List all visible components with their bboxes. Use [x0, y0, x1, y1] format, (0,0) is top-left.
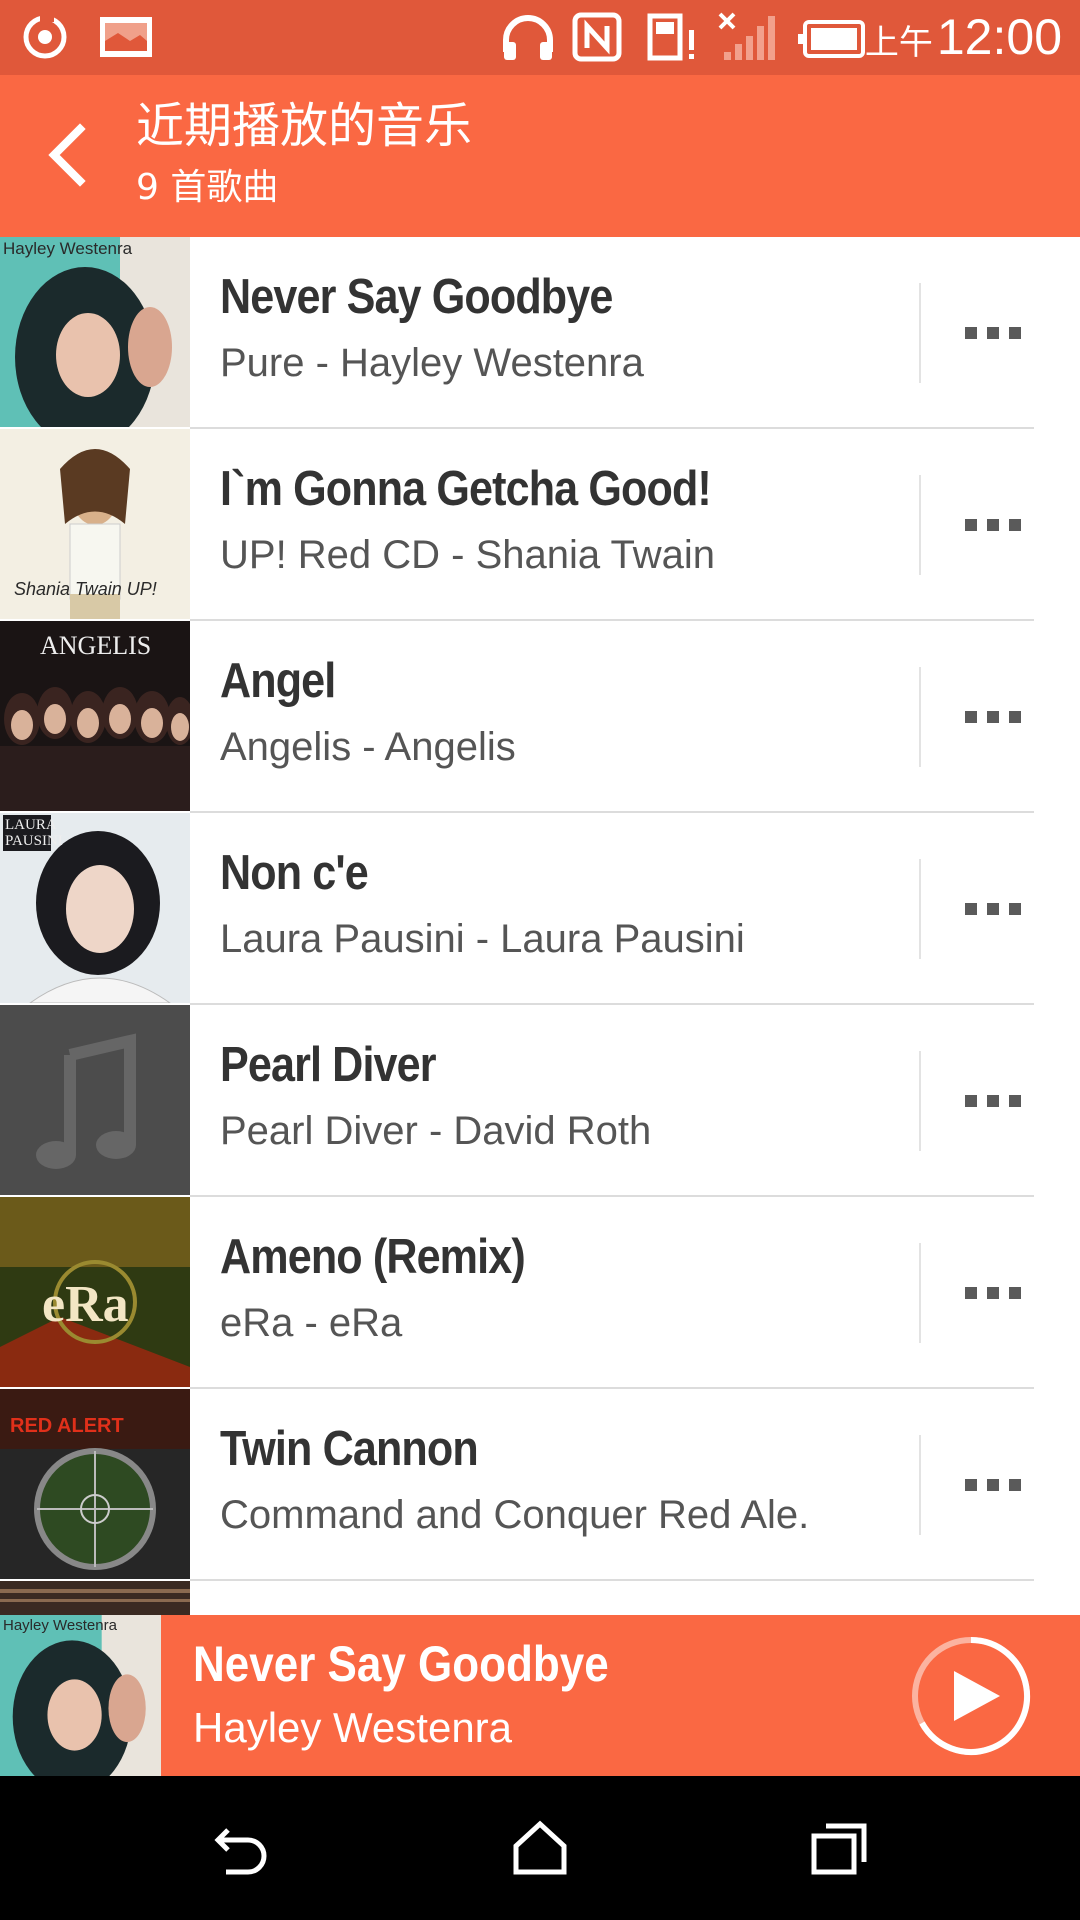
- recent-apps-icon[interactable]: [810, 1820, 870, 1876]
- song-row[interactable]: RED ALERT Twin Cannon Command and Conque…: [0, 1389, 1080, 1581]
- song-subtitle: Angelis - Angelis: [220, 725, 516, 769]
- now-playing-artist: Hayley Westenra: [193, 1704, 513, 1751]
- more-options-icon[interactable]: [965, 1075, 1037, 1127]
- headphones-icon: [503, 15, 553, 60]
- more-options-icon[interactable]: [965, 1459, 1037, 1511]
- more-options-icon[interactable]: [965, 1267, 1037, 1319]
- refresh-circle-icon: [23, 12, 67, 59]
- divider: [919, 1051, 921, 1151]
- song-title: Angel: [220, 654, 336, 708]
- song-subtitle: eRa - eRa: [220, 1301, 403, 1345]
- album-art: Hayley Westenra: [0, 237, 190, 427]
- song-title: Never Say Goodbye: [220, 270, 613, 324]
- song-row[interactable]: Shania Twain UP! I`m Gonna Getcha Good! …: [0, 429, 1080, 621]
- divider: [919, 283, 921, 383]
- image-notification-icon: [100, 17, 152, 57]
- song-row[interactable]: Hayley Westenra Never Say Goodbye Pure -…: [0, 237, 1080, 429]
- home-icon[interactable]: [510, 1820, 570, 1876]
- song-title: Pearl Diver: [220, 1038, 437, 1092]
- song-subtitle: UP! Red CD - Shania Twain: [220, 533, 716, 577]
- album-art: eRa: [0, 1197, 190, 1387]
- nfc-icon: [572, 12, 622, 62]
- more-options-icon[interactable]: [965, 691, 1037, 743]
- song-row[interactable]: eRa Ameno (Remix) eRa - eRa: [0, 1197, 1080, 1389]
- song-row[interactable]: Pearl Diver Pearl Diver - David Roth: [0, 1005, 1080, 1197]
- album-art: [0, 1581, 190, 1615]
- album-art: RED ALERT: [0, 1389, 190, 1579]
- divider: [919, 667, 921, 767]
- more-options-icon[interactable]: [965, 883, 1037, 935]
- divider: [919, 859, 921, 959]
- song-subtitle: Pearl Diver - David Roth: [220, 1109, 652, 1153]
- page-title: 近期播放的音乐: [136, 98, 473, 154]
- song-row[interactable]: LAURA PAUSINI Non c'e Laura Pausini - La…: [0, 813, 1080, 1005]
- song-count: 9 首歌曲: [136, 167, 279, 208]
- song-row[interactable]: [0, 1581, 1080, 1615]
- app-header: 近期播放的音乐 9 首歌曲: [0, 75, 1080, 237]
- song-title: Non c'e: [220, 846, 369, 900]
- more-options-icon[interactable]: [965, 499, 1037, 551]
- divider: [919, 475, 921, 575]
- song-subtitle: Pure - Hayley Westenra: [220, 341, 644, 385]
- clock: 上午12:00: [864, 9, 1062, 65]
- signal-off-icon: [718, 12, 775, 60]
- battery-icon: [798, 20, 865, 58]
- now-playing-bar[interactable]: Hayley Westenra Never Say Goodbye Hayley…: [0, 1615, 1080, 1776]
- status-bar: 上午12:00: [0, 0, 1080, 75]
- song-subtitle: Laura Pausini - Laura Pausini: [220, 917, 745, 961]
- chevron-left-icon[interactable]: [36, 115, 106, 195]
- now-playing-title: Never Say Goodbye: [193, 1636, 609, 1692]
- album-art-placeholder: [0, 1005, 190, 1195]
- album-art: Shania Twain UP!: [0, 429, 190, 619]
- more-options-icon[interactable]: [965, 307, 1037, 359]
- album-art: ANGELIS: [0, 621, 190, 811]
- divider: [919, 1243, 921, 1343]
- song-title: Ameno (Remix): [220, 1230, 526, 1284]
- album-art: LAURA PAUSINI: [0, 813, 190, 1003]
- song-row[interactable]: ANGELIS Angel Angelis - Angelis: [0, 621, 1080, 813]
- song-title: Twin Cannon: [220, 1422, 479, 1476]
- divider: [919, 1435, 921, 1535]
- system-nav-bar: [0, 1776, 1080, 1920]
- back-arrow-icon[interactable]: [212, 1820, 272, 1876]
- song-subtitle: Command and Conquer Red Ale.: [220, 1493, 810, 1537]
- sd-card-alert-icon: [647, 13, 694, 61]
- now-playing-album-art: Hayley Westenra: [0, 1615, 161, 1776]
- song-list[interactable]: Hayley Westenra Never Say Goodbye Pure -…: [0, 237, 1080, 1615]
- play-icon[interactable]: [910, 1635, 1032, 1757]
- song-title: I`m Gonna Getcha Good!: [220, 462, 712, 516]
- music-note-icon: [0, 1005, 190, 1195]
